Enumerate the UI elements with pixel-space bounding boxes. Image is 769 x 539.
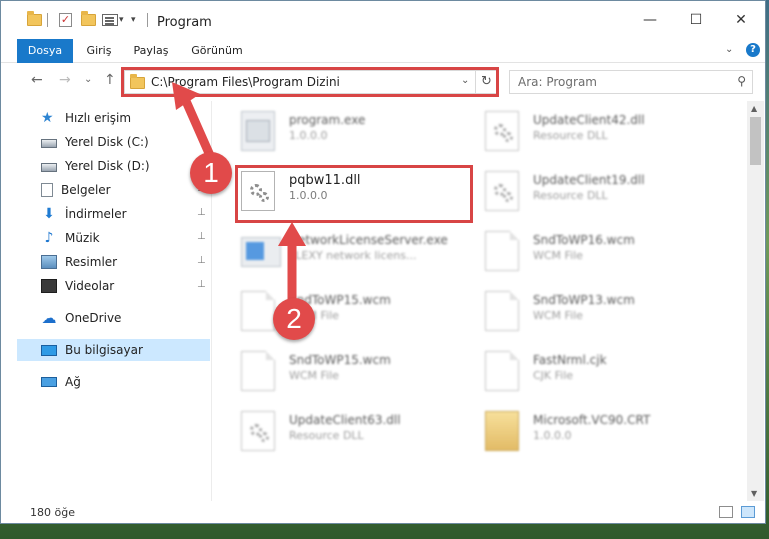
step-badge-2: 2 (273, 298, 315, 340)
arrowhead-dll (278, 222, 306, 246)
annotation-arrows (172, 82, 306, 307)
step-badge-1: 1 (190, 152, 232, 194)
